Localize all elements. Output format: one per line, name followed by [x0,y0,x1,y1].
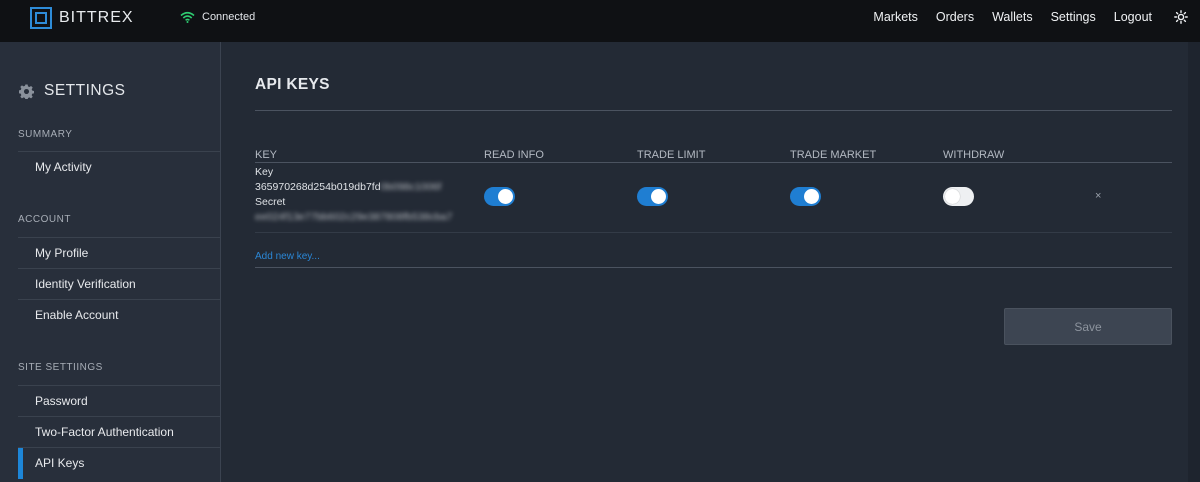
section-site-settings: SITE SETTIINGS [18,362,103,373]
sidebar-item-password[interactable]: Password [18,385,220,416]
sidebar-item-my-profile[interactable]: My Profile [18,237,220,268]
section-account: ACCOUNT [18,214,71,225]
gear-icon [19,83,34,99]
sidebar-title: SETTINGS [19,82,126,100]
api-key-cell: Key 365970268d254b019db7fd0b098c1006f Se… [255,165,452,225]
toggle-withdraw[interactable] [943,187,974,206]
connection-label: Connected [202,11,256,23]
save-button[interactable]: Save [1004,308,1172,345]
top-bar: BITTREX Connected Markets Orders Wallets… [0,0,1200,42]
nav-orders[interactable]: Orders [936,10,974,24]
add-new-key-link[interactable]: Add new key... [255,251,320,262]
nav-settings[interactable]: Settings [1051,10,1096,24]
toggle-trade-market[interactable] [790,187,821,206]
header-divider [255,162,1172,163]
sidebar-item-api-keys[interactable]: API Keys [18,447,220,479]
title-divider [255,110,1172,111]
col-withdraw: WITHDRAW [943,149,1005,161]
col-read-info: READ INFO [484,149,544,161]
connection-status: Connected [180,11,255,23]
nav-markets[interactable]: Markets [873,10,917,24]
secret-label: Secret [255,196,286,208]
sidebar-title-text: SETTINGS [44,82,126,99]
add-key-divider [255,267,1172,268]
logo-mark-icon [30,7,52,29]
secret-value: ee024f13e77bb602c29e387808fb538cba7 [255,211,453,223]
col-key: KEY [255,149,278,161]
wifi-icon [180,11,195,23]
key-label: Key [255,166,274,178]
toggle-read-info[interactable] [484,187,515,206]
key-value: 365970268d254b019db7fd0b098c1006f [255,181,442,193]
top-nav: Markets Orders Wallets Settings Logout [873,0,1200,34]
sidebar-item-my-activity[interactable]: My Activity [18,151,220,182]
page-title: API KEYS [255,76,330,93]
sidebar-item-two-factor[interactable]: Two-Factor Authentication [18,416,220,447]
brand-name: BITTREX [59,9,134,26]
bittrex-logo[interactable]: BITTREX [30,7,134,29]
sidebar-item-identity-verification[interactable]: Identity Verification [18,268,220,299]
scrollbar[interactable] [1188,42,1200,482]
col-trade-market: TRADE MARKET [790,149,877,161]
nav-logout[interactable]: Logout [1114,10,1152,24]
sun-icon[interactable] [1174,10,1188,24]
toggle-trade-limit[interactable] [637,187,668,206]
col-trade-limit: TRADE LIMIT [637,149,706,161]
close-icon[interactable]: × [1095,190,1101,202]
main-content: API KEYS KEY READ INFO TRADE LIMIT TRADE… [222,42,1200,482]
section-summary: SUMMARY [18,129,73,140]
row-divider [255,232,1172,233]
nav-wallets[interactable]: Wallets [992,10,1033,24]
settings-sidebar: SETTINGS SUMMARY My Activity ACCOUNT My … [0,42,221,482]
sidebar-item-enable-account[interactable]: Enable Account [18,299,220,330]
